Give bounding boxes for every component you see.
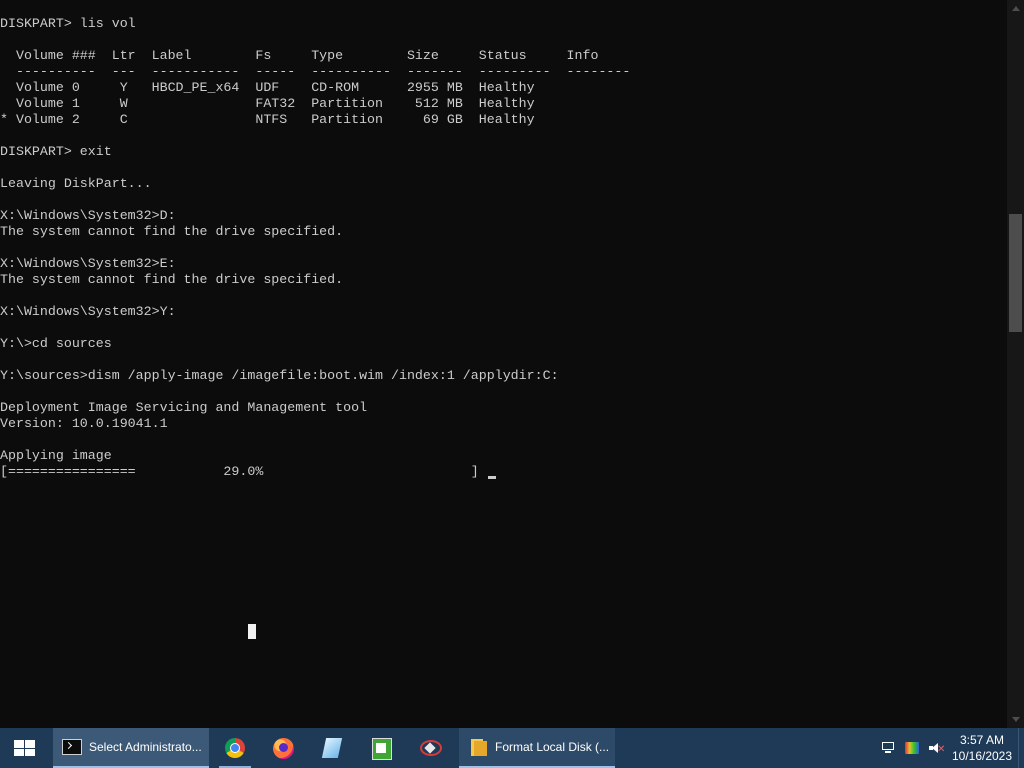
vertical-scrollbar[interactable] — [1007, 0, 1024, 728]
scroll-up-arrow-icon[interactable] — [1007, 0, 1024, 17]
firefox-icon — [273, 738, 294, 759]
windows-logo-icon — [14, 740, 35, 756]
network-icon[interactable] — [881, 742, 895, 754]
app-icon — [321, 738, 343, 758]
console-line: Volume 1 W FAT32 Partition 512 MB Health… — [0, 96, 535, 111]
console-line: Y:\>cd sources — [0, 336, 112, 351]
mute-x-icon: ✕ — [937, 744, 946, 755]
taskbar-item-file-explorer[interactable]: Format Local Disk (... — [459, 728, 615, 768]
console-line: X:\Windows\System32>E: — [0, 256, 176, 271]
console-line: DISKPART> exit — [0, 144, 112, 159]
taskbar-item-partition-tool[interactable] — [407, 728, 455, 768]
clock-date: 10/16/2023 — [951, 749, 1013, 763]
system-clock[interactable]: 3:57 AM 10/16/2023 — [950, 728, 1014, 768]
taskbar: Select Administrato... Format Local Disk… — [0, 728, 1024, 768]
console-line: Y:\sources>dism /apply-image /imagefile:… — [0, 368, 559, 383]
show-desktop-button[interactable] — [1018, 728, 1024, 768]
console-line: The system cannot find the drive specifi… — [0, 272, 344, 287]
console-line: X:\Windows\System32>Y: — [0, 304, 176, 319]
console-line: [================ 29.0% ] — [0, 464, 479, 479]
taskbar-item-notepad[interactable] — [358, 728, 406, 768]
chrome-icon — [225, 738, 245, 758]
command-prompt-icon — [62, 739, 82, 755]
start-button[interactable] — [0, 728, 48, 768]
console-line: DISKPART> lis vol — [0, 16, 136, 31]
clock-time: 3:57 AM — [959, 733, 1005, 747]
mouse-ibeam-cursor — [248, 624, 256, 639]
command-prompt-window[interactable]: DISKPART> lis vol Volume ### Ltr Label F… — [0, 0, 1007, 728]
taskbar-item-firefox[interactable] — [260, 728, 308, 768]
taskbar-item-label: Select Administrato... — [89, 740, 202, 754]
console-line: Applying image — [0, 448, 112, 463]
console-line: Leaving DiskPart... — [0, 176, 152, 191]
taskbar-item-label: Format Local Disk (... — [495, 740, 610, 754]
scrollbar-thumb[interactable] — [1009, 214, 1022, 332]
console-line: Volume 0 Y HBCD_PE_x64 UDF CD-ROM 2955 M… — [0, 80, 535, 95]
partition-tool-icon — [420, 740, 442, 756]
console-line: The system cannot find the drive specifi… — [0, 224, 344, 239]
scroll-down-arrow-icon[interactable] — [1007, 711, 1024, 728]
console-line: X:\Windows\System32>D: — [0, 208, 176, 223]
text-cursor — [488, 476, 496, 479]
console-line: Volume ### Ltr Label Fs Type Size Status… — [0, 48, 599, 63]
taskbar-item-command-prompt[interactable]: Select Administrato... — [53, 728, 209, 768]
console-line: ---------- --- ----------- ----- -------… — [0, 64, 631, 79]
taskbar-item-chrome[interactable] — [211, 728, 259, 768]
display-icon[interactable] — [905, 742, 919, 754]
taskbar-item-app[interactable] — [309, 728, 357, 768]
notepad-icon — [372, 738, 392, 760]
folder-icon — [471, 739, 487, 756]
console-line: Deployment Image Servicing and Managemen… — [0, 400, 368, 415]
console-line: Version: 10.0.19041.1 — [0, 416, 168, 431]
console-line: * Volume 2 C NTFS Partition 69 GB Health… — [0, 112, 535, 127]
